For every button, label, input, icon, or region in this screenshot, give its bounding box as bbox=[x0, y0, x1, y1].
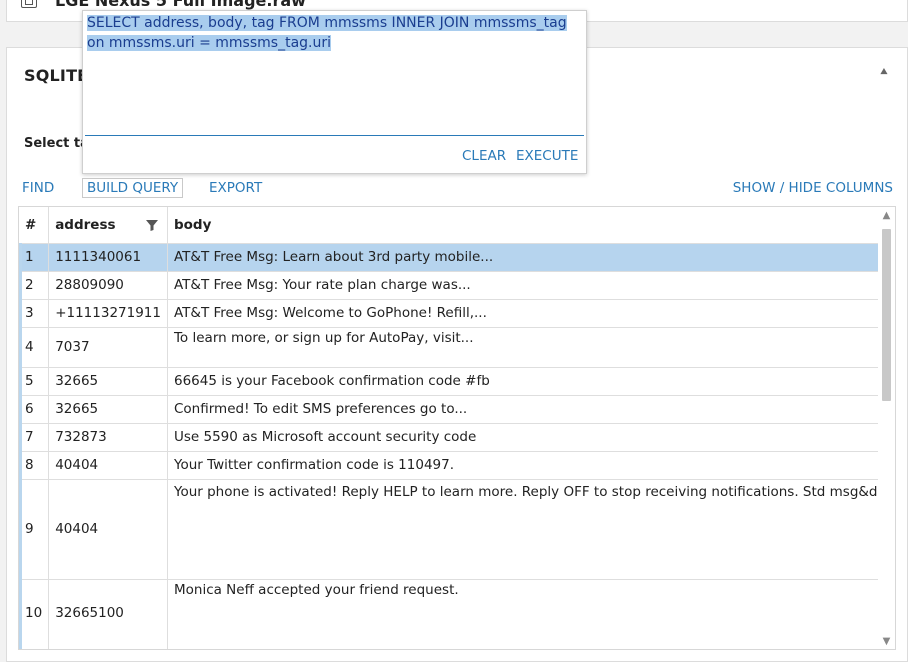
table-row[interactable]: 5 32665 66645 is your Facebook confirmat… bbox=[19, 367, 895, 396]
scroll-down-arrow-icon[interactable]: ▼ bbox=[881, 637, 892, 647]
clear-button[interactable]: CLEAR bbox=[462, 148, 506, 164]
cell-num: 4 bbox=[19, 327, 50, 368]
cell-address: 1111340061 bbox=[48, 243, 168, 272]
cell-body: 66645 is your Facebook confirmation code… bbox=[167, 367, 895, 396]
cell-num: 6 bbox=[19, 395, 50, 424]
table-row[interactable]: 10 32665100 Monica Neff accepted your fr… bbox=[19, 579, 895, 649]
vertical-scrollbar[interactable]: ▲ ▼ bbox=[878, 207, 895, 649]
cell-num: 3 bbox=[19, 299, 50, 328]
query-editor-popup: SELECT address, body, tag FROM mmssms IN… bbox=[82, 10, 587, 174]
cell-num: 8 bbox=[19, 451, 50, 480]
collapse-chevron-icon[interactable]: ⯅ bbox=[877, 66, 891, 80]
table-row[interactable]: 9 40404 Your phone is activated! Reply H… bbox=[19, 479, 895, 580]
cell-body: Your phone is activated! Reply HELP to l… bbox=[167, 479, 895, 580]
cell-num: 7 bbox=[19, 423, 50, 452]
header-row: # address body tag bbox=[19, 207, 895, 244]
query-underline bbox=[85, 135, 584, 136]
query-line-1: SELECT address, body, tag FROM mmssms IN… bbox=[87, 15, 567, 31]
filter-icon[interactable] bbox=[145, 218, 159, 232]
cell-address: 32665 bbox=[48, 367, 168, 396]
table-row[interactable]: 4 7037 To learn more, or sign up for Aut… bbox=[19, 327, 895, 368]
table-row[interactable]: 3 +11113271911 AT&T Free Msg: Welcome to… bbox=[19, 299, 895, 328]
cell-body: Use 5590 as Microsoft account security c… bbox=[167, 423, 895, 452]
cell-num: 2 bbox=[19, 271, 50, 300]
column-header-num[interactable]: # bbox=[19, 207, 50, 244]
query-textarea[interactable]: SELECT address, body, tag FROM mmssms IN… bbox=[85, 13, 584, 135]
case-title: LGE Nexus 5 Full Image.raw bbox=[55, 0, 306, 10]
show-hide-columns-button[interactable]: SHOW / HIDE COLUMNS bbox=[733, 180, 893, 196]
results-grid: # address body tag 1 1111340061 bbox=[18, 206, 896, 650]
cell-body: AT&T Free Msg: Your rate plan charge was… bbox=[167, 271, 895, 300]
scroll-up-arrow-icon[interactable]: ▲ bbox=[881, 211, 892, 221]
cell-body: Confirmed! To edit SMS preferences go to… bbox=[167, 395, 895, 424]
cell-address: 32665 bbox=[48, 395, 168, 424]
cell-address: 28809090 bbox=[48, 271, 168, 300]
build-query-button[interactable]: BUILD QUERY bbox=[82, 178, 184, 198]
scroll-thumb[interactable] bbox=[882, 229, 891, 401]
cell-body: AT&T Free Msg: Learn about 3rd party mob… bbox=[167, 243, 895, 272]
table-row[interactable]: 1 1111340061 AT&T Free Msg: Learn about … bbox=[19, 243, 895, 272]
cell-body: To learn more, or sign up for AutoPay, v… bbox=[167, 327, 895, 368]
column-header-address[interactable]: address bbox=[48, 207, 168, 244]
cell-body: AT&T Free Msg: Welcome to GoPhone! Refil… bbox=[167, 299, 895, 328]
toolbar: FIND BUILD QUERY EXPORT SHOW / HIDE COLU… bbox=[7, 178, 908, 202]
results-table: # address body tag 1 1111340061 bbox=[19, 207, 895, 649]
cell-num: 1 bbox=[19, 243, 50, 272]
query-line-2: on mmssms.uri = mmssms_tag.uri bbox=[87, 35, 332, 51]
cell-body: Your Twitter confirmation code is 110497… bbox=[167, 451, 895, 480]
table-row[interactable]: 8 40404 Your Twitter confirmation code i… bbox=[19, 451, 895, 480]
cell-address: 7037 bbox=[48, 327, 168, 368]
table-row[interactable]: 6 32665 Confirmed! To edit SMS preferenc… bbox=[19, 395, 895, 424]
cell-address: 32665100 bbox=[48, 579, 168, 649]
export-button[interactable]: EXPORT bbox=[209, 180, 262, 196]
cell-address: +11113271911 bbox=[48, 299, 168, 328]
cell-num: 10 bbox=[19, 579, 50, 649]
cell-address: 40404 bbox=[48, 479, 168, 580]
execute-button[interactable]: EXECUTE bbox=[516, 148, 578, 164]
table-row[interactable]: 2 28809090 AT&T Free Msg: Your rate plan… bbox=[19, 271, 895, 300]
table-row[interactable]: 7 732873 Use 5590 as Microsoft account s… bbox=[19, 423, 895, 452]
find-button[interactable]: FIND bbox=[22, 180, 54, 196]
panel-title: SQLITE bbox=[24, 66, 89, 85]
cell-num: 5 bbox=[19, 367, 50, 396]
cell-body: Monica Neff accepted your friend request… bbox=[167, 579, 895, 649]
column-header-body[interactable]: body bbox=[167, 207, 895, 244]
cell-address: 40404 bbox=[48, 451, 168, 480]
row-accent-bar bbox=[19, 243, 22, 649]
case-icon bbox=[21, 0, 37, 8]
cell-address: 732873 bbox=[48, 423, 168, 452]
cell-num: 9 bbox=[19, 479, 50, 580]
